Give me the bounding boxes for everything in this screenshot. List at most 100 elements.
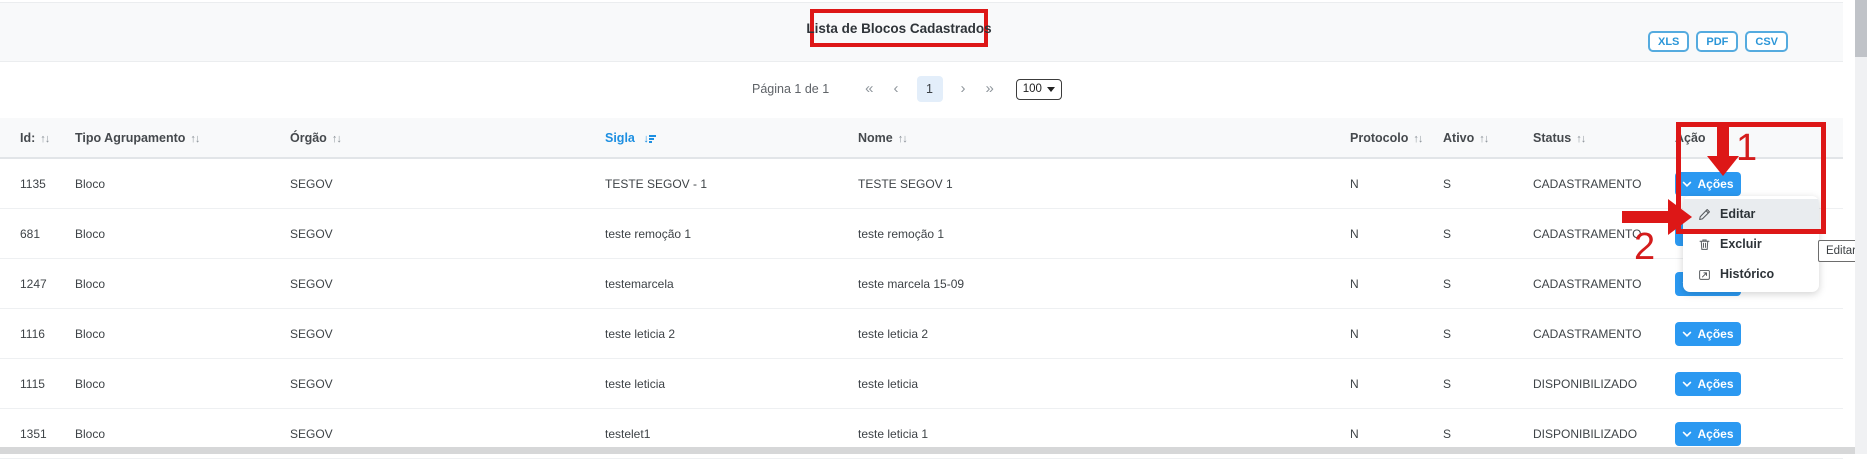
cell-status: CADASTRAMENTO [1533,177,1675,191]
cell-ativo: S [1443,227,1533,241]
column-header-sigla[interactable]: Sigla ↓ [605,131,858,145]
export-xls-button[interactable]: XLS [1648,31,1689,52]
table-row: 1247 Bloco SEGOV testemarcela teste marc… [0,259,1843,309]
cell-nome: teste leticia 1 [858,427,1350,441]
cell-ativo: S [1443,277,1533,291]
column-header-protocolo[interactable]: Protocolo↑↓ [1350,131,1443,145]
cell-orgao: SEGOV [290,227,605,241]
page-size-select[interactable]: 100 [1016,79,1062,100]
cell-orgao: SEGOV [290,377,605,391]
sort-desc-icon: ↓ [643,133,648,145]
cell-protocolo: N [1350,427,1443,441]
cell-protocolo: N [1350,227,1443,241]
last-page-button[interactable]: » [986,76,994,102]
cell-status: DISPONIBILIZADO [1533,377,1675,391]
annotation-arrow-down-head [1707,156,1739,176]
annotation-arrow-right-head [1668,199,1692,235]
column-header-nome[interactable]: Nome↑↓ [858,131,1350,145]
cell-sigla: teste leticia 2 [605,327,858,341]
cell-ativo: S [1443,177,1533,191]
menu-item-historico[interactable]: Histórico [1683,259,1819,289]
acoes-button[interactable]: Ações [1675,372,1741,396]
annotation-box-title: Lista de Blocos Cadastrados [810,9,988,47]
cell-orgao: SEGOV [290,327,605,341]
cell-nome: teste leticia [858,377,1350,391]
column-header-orgao[interactable]: Órgão↑↓ [290,131,605,145]
cell-ativo: S [1443,377,1533,391]
cell-tipo: Bloco [75,177,290,191]
blocks-table: Id:↑↓ Tipo Agrupamento↑↓ Órgão↑↓ Sigla ↓… [0,118,1843,459]
export-pdf-button[interactable]: PDF [1696,31,1738,52]
cell-status: CADASTRAMENTO [1533,327,1675,341]
pagination: Página 1 de 1 « ‹ 1 › » 100 [752,76,1062,102]
column-header-status[interactable]: Status↑↓ [1533,131,1675,145]
annotation-arrow-right [1622,211,1670,223]
annotation-step-2: 2 [1634,228,1655,266]
cell-tipo: Bloco [75,377,290,391]
annotation-step-1: 1 [1736,129,1757,167]
column-header-ativo[interactable]: Ativo↑↓ [1443,131,1533,145]
cell-orgao: SEGOV [290,277,605,291]
chevron-down-icon [1682,329,1692,339]
export-button-group: XLS PDF CSV [1648,31,1788,52]
bottom-edge-strip [0,447,1855,454]
table-row: 681 Bloco SEGOV teste remoção 1 teste re… [0,209,1843,259]
cell-protocolo: N [1350,327,1443,341]
cell-id: 1116 [20,327,75,341]
cell-orgao: SEGOV [290,427,605,441]
pagination-label: Página 1 de 1 [752,82,829,96]
trash-icon [1697,238,1711,251]
sort-icon: ↑↓ [1413,133,1422,145]
current-page-button[interactable]: 1 [917,76,943,102]
cell-tipo: Bloco [75,227,290,241]
cell-nome: teste remoção 1 [858,227,1350,241]
export-csv-button[interactable]: CSV [1745,31,1788,52]
table-header-row: Id:↑↓ Tipo Agrupamento↑↓ Órgão↑↓ Sigla ↓… [0,118,1843,159]
cell-id: 1135 [20,177,75,191]
cell-sigla: testemarcela [605,277,858,291]
cell-sigla: testelet1 [605,427,858,441]
acoes-button[interactable]: Ações [1675,422,1741,446]
cell-ativo: S [1443,327,1533,341]
sort-icon: ↑↓ [898,133,907,145]
cell-nome: teste marcela 15-09 [858,277,1350,291]
scrollbar-thumb[interactable] [1855,0,1867,57]
first-page-button[interactable]: « [865,76,873,102]
cell-nome: TESTE SEGOV 1 [858,177,1350,191]
cell-protocolo: N [1350,177,1443,191]
sort-icon: ↑↓ [1479,133,1488,145]
cell-id: 1115 [20,377,75,391]
acoes-button[interactable]: Ações [1675,322,1741,346]
prev-page-button[interactable]: ‹ [894,76,899,102]
table-row: 1115 Bloco SEGOV teste leticia teste let… [0,359,1843,409]
cell-sigla: teste leticia [605,377,858,391]
column-header-id[interactable]: Id:↑↓ [20,131,75,145]
cell-sigla: TESTE SEGOV - 1 [605,177,858,191]
sort-desc-bars-icon [649,134,656,143]
sort-icon: ↑↓ [40,133,49,145]
cell-id: 681 [20,227,75,241]
cell-tipo: Bloco [75,327,290,341]
cell-ativo: S [1443,427,1533,441]
chevron-down-icon [1682,379,1692,389]
cell-nome: teste leticia 2 [858,327,1350,341]
cell-id: 1351 [20,427,75,441]
cell-status: CADASTRAMENTO [1533,277,1675,291]
cell-tipo: Bloco [75,277,290,291]
history-icon [1697,268,1711,281]
table-row: 1116 Bloco SEGOV teste leticia 2 teste l… [0,309,1843,359]
scrollbar-track[interactable] [1855,0,1867,454]
column-header-tipo-agrupamento[interactable]: Tipo Agrupamento↑↓ [75,131,290,145]
cell-id: 1247 [20,277,75,291]
chevron-down-icon [1682,429,1692,439]
cell-sigla: teste remoção 1 [605,227,858,241]
annotation-arrow-down [1717,127,1729,157]
next-page-button[interactable]: › [961,76,966,102]
page-title: Lista de Blocos Cadastrados [806,21,991,36]
sort-icon: ↑↓ [332,133,341,145]
cell-protocolo: N [1350,377,1443,391]
table-row: 1135 Bloco SEGOV TESTE SEGOV - 1 TESTE S… [0,159,1843,209]
select-caret-icon [1047,87,1055,92]
sort-icon: ↑↓ [1576,133,1585,145]
cell-orgao: SEGOV [290,177,605,191]
